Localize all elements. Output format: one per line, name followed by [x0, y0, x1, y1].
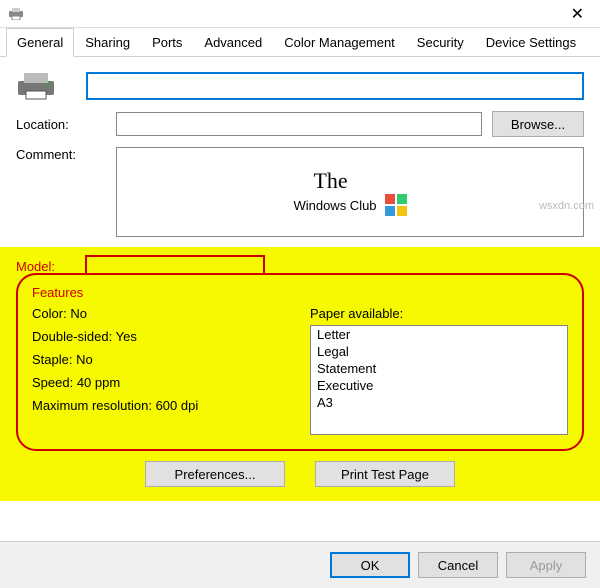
tabstrip: General Sharing Ports Advanced Color Man…: [0, 28, 600, 57]
footer: OK Cancel Apply: [0, 541, 600, 588]
print-test-page-button[interactable]: Print Test Page: [315, 461, 455, 487]
tab-advanced[interactable]: Advanced: [193, 28, 273, 56]
model-label: Model:: [16, 259, 55, 274]
watermark: wsxdn.com: [539, 200, 594, 212]
printer-name-input[interactable]: [86, 72, 584, 100]
list-item[interactable]: Statement: [311, 360, 567, 377]
printer-small-icon: [8, 8, 24, 20]
paper-available-label: Paper available:: [310, 306, 568, 321]
feature-staple: Staple: No: [32, 352, 290, 367]
content: Location: Browse... Comment: The Windows…: [0, 57, 600, 515]
list-item[interactable]: Legal: [311, 343, 567, 360]
apply-button[interactable]: Apply: [506, 552, 586, 578]
features-left: Color: No Double-sided: Yes Staple: No S…: [32, 306, 290, 435]
close-icon[interactable]: ✕: [563, 2, 592, 26]
list-item[interactable]: Letter: [311, 326, 567, 343]
list-item[interactable]: A3: [311, 394, 567, 411]
browse-button[interactable]: Browse...: [492, 111, 584, 137]
feature-double-sided: Double-sided: Yes: [32, 329, 290, 344]
twc-logo-block: The Windows Club: [293, 168, 406, 216]
ok-button[interactable]: OK: [330, 552, 410, 578]
tab-color-management[interactable]: Color Management: [273, 28, 406, 56]
titlebar: ✕: [0, 0, 600, 28]
location-input[interactable]: [116, 112, 482, 136]
tab-general[interactable]: General: [6, 28, 74, 57]
paper-list[interactable]: Letter Legal Statement Executive A3: [310, 325, 568, 435]
tab-sharing[interactable]: Sharing: [74, 28, 141, 56]
twc-flag-icon: [385, 194, 407, 216]
preferences-button[interactable]: Preferences...: [145, 461, 285, 487]
features-legend: Features: [32, 285, 568, 300]
cancel-button[interactable]: Cancel: [418, 552, 498, 578]
comment-input[interactable]: The Windows Club: [116, 147, 584, 237]
twc-line2: Windows Club: [293, 198, 376, 213]
feature-speed: Speed: 40 ppm: [32, 375, 290, 390]
features-group: Features Color: No Double-sided: Yes Sta…: [16, 273, 584, 451]
tab-ports[interactable]: Ports: [141, 28, 193, 56]
twc-line1: The: [313, 168, 406, 194]
feature-color: Color: No: [32, 306, 290, 321]
list-item[interactable]: Executive: [311, 377, 567, 394]
feature-max-resolution: Maximum resolution: 600 dpi: [32, 398, 290, 413]
comment-label: Comment:: [16, 147, 116, 162]
highlight-area: Model: Features Color: No Double-sided: …: [0, 247, 600, 501]
location-label: Location:: [16, 117, 116, 132]
printer-icon: [16, 71, 56, 101]
tab-device-settings[interactable]: Device Settings: [475, 28, 587, 56]
tab-security[interactable]: Security: [406, 28, 475, 56]
